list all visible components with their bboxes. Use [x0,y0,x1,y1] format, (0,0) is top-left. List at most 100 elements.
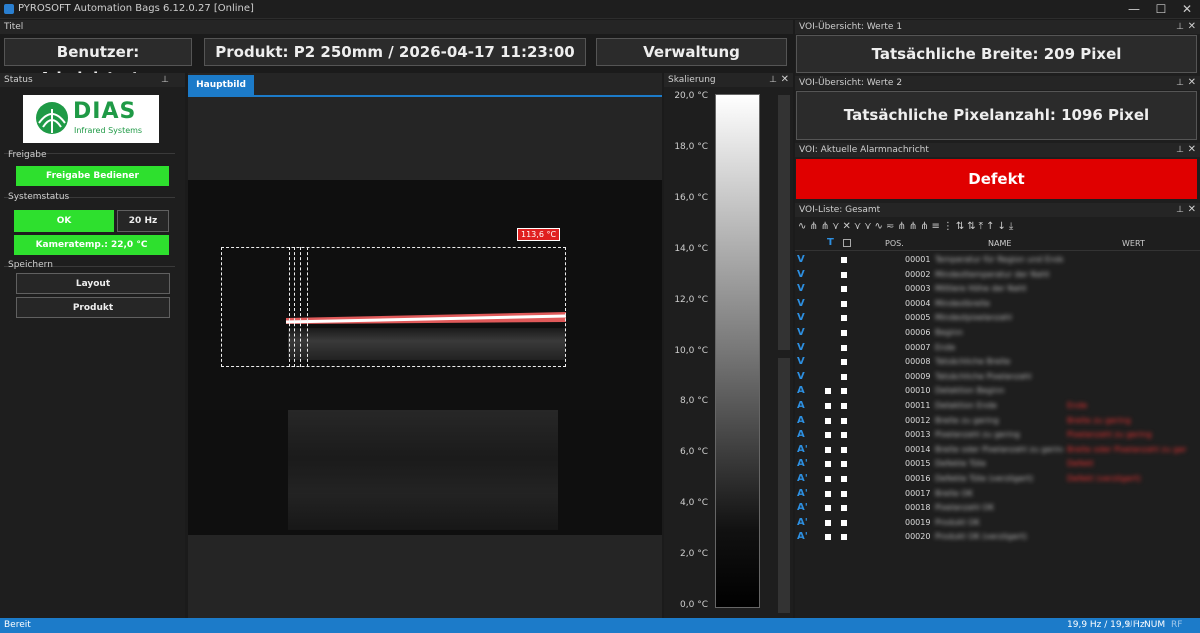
pin-icon[interactable]: ⊥ [161,73,169,87]
toolbar-tool-icon[interactable]: ⋔ [821,221,832,232]
list-item[interactable]: A' 00020 Produkt OK (verzögert) [795,530,1190,545]
checkbox-icon[interactable] [841,534,847,541]
col-pos[interactable]: POS. [885,239,904,248]
arrow-bottom-icon[interactable]: ⤓ [1009,221,1016,232]
toolbar-tool-icon[interactable]: ⋔ [809,221,820,232]
checkbox-icon[interactable] [825,461,831,468]
toolbar-tool-icon[interactable]: ⋎ [854,221,864,232]
close-icon[interactable]: ✕ [1188,203,1196,217]
voi-region-box[interactable] [221,247,566,367]
list-item[interactable]: V 00009 Tatsächliche Pixelanzahl [795,370,1190,385]
list-item[interactable]: V 00004 Mindestbreite [795,297,1190,312]
produkt-button[interactable]: Produkt [16,297,170,318]
checkbox-icon[interactable] [841,476,847,482]
checkbox-icon[interactable] [841,315,847,322]
toolbar-tool-icon[interactable]: ⋔ [909,221,920,232]
toolbar-tool-icon[interactable]: ⋎ [832,221,842,232]
checkbox-icon[interactable] [825,490,831,497]
toolbar-tool-icon[interactable]: ⋎ [864,221,874,232]
arrow-up-icon[interactable]: ↑ [986,221,997,232]
checkbox-icon[interactable] [841,432,847,439]
toolbar-tool-icon[interactable]: ≂ [886,221,897,232]
checkbox-icon[interactable] [825,505,831,512]
toolbar-tool-icon[interactable]: ≡ [932,221,943,232]
pin-icon[interactable]: ⊥ [769,73,777,87]
list-item[interactable]: A 00010 Detektion Beginn [795,384,1190,399]
checkbox-icon[interactable] [841,359,847,366]
col-name[interactable]: NAME [988,239,1011,248]
checkbox-icon[interactable] [841,490,847,497]
checkbox-icon[interactable] [825,359,831,365]
tab-hauptbild[interactable]: Hauptbild [188,75,254,95]
scale-slider-bottom[interactable] [778,358,790,613]
checkbox-icon[interactable] [825,476,831,482]
checkbox-icon[interactable] [825,534,831,541]
checkbox-icon[interactable] [841,505,847,512]
checkbox-icon[interactable] [841,257,847,263]
checkbox-icon[interactable] [825,257,831,263]
toolbar-tool-icon[interactable]: ⇅ [956,221,967,232]
list-item[interactable]: A' 00018 Pixelanzahl OK [795,501,1190,516]
checkbox-icon[interactable] [841,388,847,395]
checkbox-icon[interactable] [841,330,847,336]
col-t[interactable]: T [827,237,834,248]
checkbox-icon[interactable] [841,417,847,424]
pin-icon[interactable]: ⊥ [1176,20,1184,34]
list-item[interactable]: A 00012 Breite zu gering Breite zu gering [795,414,1190,429]
list-item[interactable]: V 00003 Mittlere Höhe der Naht [795,282,1190,297]
list-item[interactable]: A' 00016 Defekte Tüte (verzögert) Defekt (v… [795,472,1190,487]
thermal-image[interactable]: 113,6 °C [188,180,662,535]
toolbar-tool-icon[interactable]: ⋮ [943,221,956,232]
checkbox-icon[interactable] [841,373,847,380]
checkbox-icon[interactable] [841,519,847,526]
freigabe-bediener-button[interactable]: Freigabe Bediener [16,166,169,186]
close-icon[interactable]: ✕ [1188,143,1196,157]
checkbox-icon[interactable] [841,461,847,468]
list-item[interactable]: V 00005 Mindestpixelanzahl [795,311,1190,326]
checkbox-icon[interactable] [825,388,831,395]
layout-button[interactable]: Layout [16,273,170,294]
checkbox-icon[interactable] [841,403,847,409]
checkbox-icon[interactable] [825,403,831,409]
toolbar-tool-icon[interactable]: ✕ [843,221,854,232]
checkbox-icon[interactable] [825,374,831,380]
close-button[interactable]: ✕ [1173,0,1200,19]
color-scale-bar[interactable] [715,94,760,608]
pin-icon[interactable]: ⊥ [1176,76,1184,90]
checkbox-icon[interactable] [825,417,831,424]
voi-start-marker[interactable] [289,247,295,367]
checkbox-icon[interactable] [825,345,831,351]
list-item[interactable]: A' 00017 Breite OK [795,487,1190,502]
toolbar-tool-icon[interactable]: ⇅ [967,221,978,232]
checkbox-icon[interactable] [825,446,831,453]
checkbox-icon[interactable] [841,271,847,278]
minimize-button[interactable]: — [1120,0,1148,19]
col-wert[interactable]: WERT [1122,239,1145,248]
toolbar-tool-icon[interactable]: ⋔ [897,221,908,232]
list-item[interactable]: A' 00014 Breite oder Pixelanzahl zu gering… [795,443,1190,458]
close-icon[interactable]: ✕ [1188,76,1196,90]
list-item[interactable]: V 00001 Temperatur für Region und Ende [795,253,1190,268]
arrow-down-icon[interactable]: ↓ [997,221,1008,232]
maximize-button[interactable]: ☐ [1147,0,1175,19]
scale-slider-top[interactable] [778,95,790,350]
checkbox-icon[interactable] [825,301,831,307]
checkbox-icon[interactable] [841,286,847,293]
checkbox-icon[interactable] [825,432,831,439]
close-icon[interactable]: ✕ [1188,20,1196,34]
list-item[interactable]: V 00002 Mindesttemperatur der Naht [795,268,1190,283]
checkbox-icon[interactable] [825,330,831,336]
checkbox-icon[interactable] [825,315,831,321]
toolbar-tool-icon[interactable]: ∿ [798,221,809,232]
list-item[interactable]: A' 00015 Defekte Tüte Defekt [795,457,1190,472]
checkbox-icon[interactable] [825,519,831,526]
checkbox-icon[interactable] [841,344,847,351]
arrow-top-icon[interactable]: ⤒ [979,221,986,232]
checkbox-icon[interactable] [841,300,847,307]
pin-icon[interactable]: ⊥ [1176,203,1184,217]
toolbar-tool-icon[interactable]: ∿ [875,221,886,232]
col-checkbox-icon[interactable] [843,239,851,247]
list-item[interactable]: A 00011 Detektion Ende Ende [795,399,1190,414]
checkbox-icon[interactable] [841,446,847,453]
checkbox-icon[interactable] [825,272,831,278]
